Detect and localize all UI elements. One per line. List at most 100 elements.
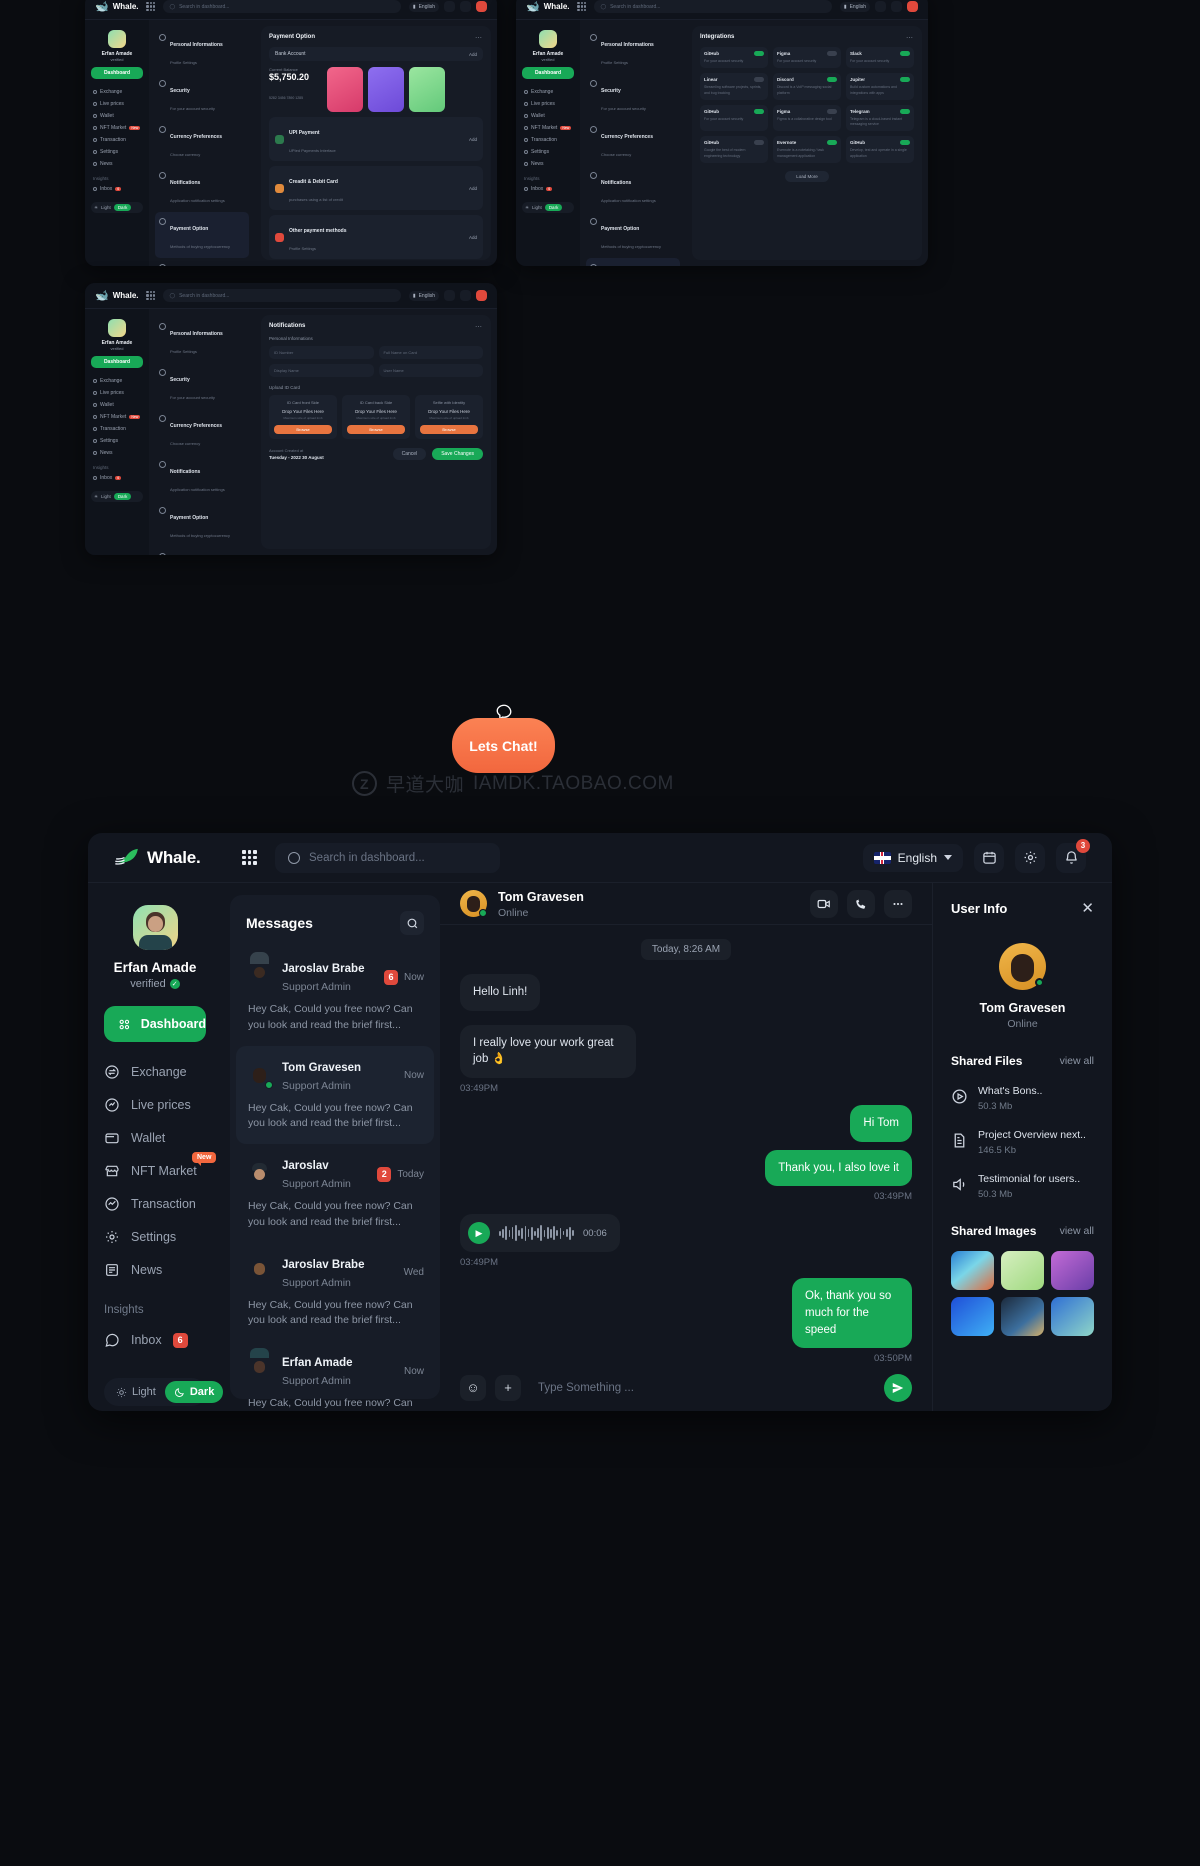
- display-name-field[interactable]: Display Name: [269, 364, 374, 377]
- toggle-switch[interactable]: [827, 51, 837, 56]
- integration-cell[interactable]: Slack For your account security: [846, 47, 914, 69]
- preview-menu-notifications[interactable]: Notifications Application notification se…: [155, 166, 249, 212]
- preview-payment-option-upi[interactable]: UPI Payment UPIed Payments Interface Add: [269, 117, 483, 161]
- shared-files-view-all[interactable]: view all: [1060, 1055, 1094, 1067]
- messages-search-button[interactable]: [400, 911, 424, 935]
- message-input[interactable]: Type Something ...: [530, 1382, 875, 1394]
- emoji-icon[interactable]: ☺: [460, 1374, 486, 1401]
- more-icon[interactable]: ⋯: [475, 34, 483, 42]
- browse-button[interactable]: Browse: [420, 425, 478, 434]
- sidebar-item-dashboard[interactable]: Dashboard: [104, 1006, 206, 1042]
- shared-image[interactable]: [1001, 1297, 1044, 1336]
- preview-nav-nft-market[interactable]: NFT Market New: [522, 122, 574, 134]
- preview-search-input[interactable]: ◯ Search in dashboard...: [594, 0, 832, 13]
- preview-dashboard-button[interactable]: Dashboard: [91, 67, 143, 79]
- credit-card[interactable]: [368, 67, 404, 112]
- preview-nav-settings[interactable]: Settings: [91, 146, 143, 158]
- preview-card-integrations[interactable]: 🐋 Whale. ◯ Search in dashboard... ▮ Engl…: [516, 0, 928, 266]
- notification-icon[interactable]: [907, 1, 918, 12]
- grid-icon[interactable]: [146, 291, 156, 300]
- toggle-switch[interactable]: [900, 140, 910, 146]
- cancel-button[interactable]: Cancel: [392, 448, 427, 460]
- id-number-field[interactable]: ID Number: [269, 346, 374, 359]
- preview-nav-inbox[interactable]: Inbox 6: [91, 183, 143, 195]
- preview-language-selector[interactable]: ▮ English: [839, 1, 870, 12]
- preview-search-input[interactable]: ◯ Search in dashboard...: [163, 0, 401, 13]
- add-button[interactable]: Add: [469, 137, 477, 142]
- preview-nav-transaction[interactable]: Transaction: [91, 134, 143, 146]
- shared-image[interactable]: [1001, 1251, 1044, 1290]
- preview-nav-transaction[interactable]: Transaction: [522, 134, 574, 146]
- preview-menu-notifications[interactable]: Notifications Application notification se…: [155, 455, 249, 501]
- preview-language-selector[interactable]: ▮ English: [408, 1, 439, 12]
- file-item[interactable]: What's Bons.. 50.3 Mb: [951, 1081, 1094, 1112]
- browse-button[interactable]: Browse: [274, 425, 332, 434]
- more-icon[interactable]: ⋯: [475, 323, 483, 331]
- user-name-field[interactable]: User Name: [378, 364, 483, 377]
- integration-cell[interactable]: Evernote Evernote is a notetaking / task …: [773, 136, 841, 163]
- file-item[interactable]: Testimonial for users.. 50.3 Mb: [951, 1169, 1094, 1200]
- integration-cell[interactable]: Figma For your account security: [773, 47, 841, 69]
- preview-nav-news[interactable]: News: [522, 158, 574, 170]
- preview-theme-toggle[interactable]: ☀ Light Dark: [91, 491, 143, 502]
- preview-nav-wallet[interactable]: Wallet: [91, 399, 143, 411]
- preview-nav-transaction[interactable]: Transaction: [91, 423, 143, 435]
- preview-dashboard-button[interactable]: Dashboard: [91, 356, 143, 368]
- preview-menu-payment[interactable]: Payment Option Methods of buying cryptocu…: [586, 212, 680, 258]
- toggle-switch[interactable]: [827, 140, 837, 146]
- sidebar-item-inbox[interactable]: Inbox 6: [104, 1326, 206, 1354]
- browse-button[interactable]: Browse: [347, 425, 405, 434]
- credit-card[interactable]: [327, 67, 363, 112]
- preview-nav-exchange[interactable]: Exchange: [522, 86, 574, 98]
- gear-icon[interactable]: [460, 290, 471, 301]
- preview-nav-exchange[interactable]: Exchange: [91, 375, 143, 387]
- send-button[interactable]: [884, 1373, 912, 1402]
- gear-icon[interactable]: [891, 1, 902, 12]
- preview-nav-wallet[interactable]: Wallet: [522, 110, 574, 122]
- file-item[interactable]: Project Overview next.. 146.5 Kb: [951, 1125, 1094, 1156]
- preview-nav-wallet[interactable]: Wallet: [91, 110, 143, 122]
- preview-menu-security[interactable]: Security For your account security: [155, 363, 249, 409]
- integration-cell[interactable]: GitHub Google the best of modern engineer…: [700, 136, 768, 163]
- preview-dashboard-button[interactable]: Dashboard: [522, 67, 574, 79]
- credit-card[interactable]: [409, 67, 445, 112]
- preview-menu-security[interactable]: Security For your account security: [586, 74, 680, 120]
- preview-nav-live-prices[interactable]: Live prices: [91, 387, 143, 399]
- attach-icon[interactable]: +: [495, 1374, 521, 1401]
- search-input[interactable]: Search in dashboard...: [275, 842, 500, 873]
- theme-light-option[interactable]: Light: [107, 1386, 165, 1398]
- preview-nav-live-prices[interactable]: Live prices: [522, 98, 574, 110]
- integration-cell[interactable]: Jupiter Build custom automations and inte…: [846, 73, 914, 100]
- sidebar-item-news[interactable]: News: [104, 1256, 206, 1284]
- sidebar-item-exchange[interactable]: Exchange: [104, 1058, 206, 1086]
- preview-card-payment-option[interactable]: 🐋 Whale. ◯ Search in dashboard... ▮ Engl…: [85, 0, 497, 266]
- grid-icon[interactable]: [146, 2, 156, 11]
- upload-card[interactable]: ID Card front Side Drop Your Files Here …: [269, 395, 337, 439]
- sidebar-item-transaction[interactable]: Transaction: [104, 1190, 206, 1218]
- preview-menu-payment[interactable]: Payment Option Methods of buying cryptocu…: [155, 501, 249, 547]
- preview-menu-notifications[interactable]: Notifications Application notification se…: [586, 166, 680, 212]
- list-item[interactable]: Jaroslav Brabe Support Admin Wed Hey Cak…: [230, 1243, 440, 1342]
- calendar-icon[interactable]: [444, 290, 455, 301]
- preview-nav-settings[interactable]: Settings: [522, 146, 574, 158]
- calendar-icon[interactable]: [444, 1, 455, 12]
- preview-menu-integrations[interactable]: IntegrationsAccess to APIs and side prog…: [586, 258, 680, 266]
- preview-nav-settings[interactable]: Settings: [91, 435, 143, 447]
- integration-cell[interactable]: Linear Streamling software projects, spri…: [700, 73, 768, 100]
- preview-nav-nft-market[interactable]: NFT Market New: [91, 122, 143, 134]
- list-item[interactable]: Erfan Amade Support Admin Now Hey Cak, C…: [230, 1341, 440, 1411]
- toggle-switch[interactable]: [900, 108, 910, 114]
- preview-nav-inbox[interactable]: Inbox 6: [522, 183, 574, 195]
- gear-icon[interactable]: [1015, 842, 1045, 873]
- grid-icon[interactable]: [577, 2, 587, 11]
- preview-search-input[interactable]: ◯ Search in dashboard...: [163, 289, 401, 302]
- sidebar-item-live-prices[interactable]: Live prices: [104, 1091, 206, 1119]
- preview-menu-currency[interactable]: Currency Preferences Choose currency: [155, 120, 249, 166]
- avatar[interactable]: [132, 905, 178, 950]
- preview-nav-exchange[interactable]: Exchange: [91, 86, 143, 98]
- toggle-switch[interactable]: [754, 51, 764, 56]
- lets-chat-button[interactable]: Lets Chat!: [452, 718, 555, 773]
- save-button[interactable]: Save Changes: [432, 448, 483, 460]
- preview-nav-news[interactable]: News: [91, 158, 143, 170]
- preview-payment-option-card[interactable]: Creadit & Debit Card purchases using a li…: [269, 166, 483, 210]
